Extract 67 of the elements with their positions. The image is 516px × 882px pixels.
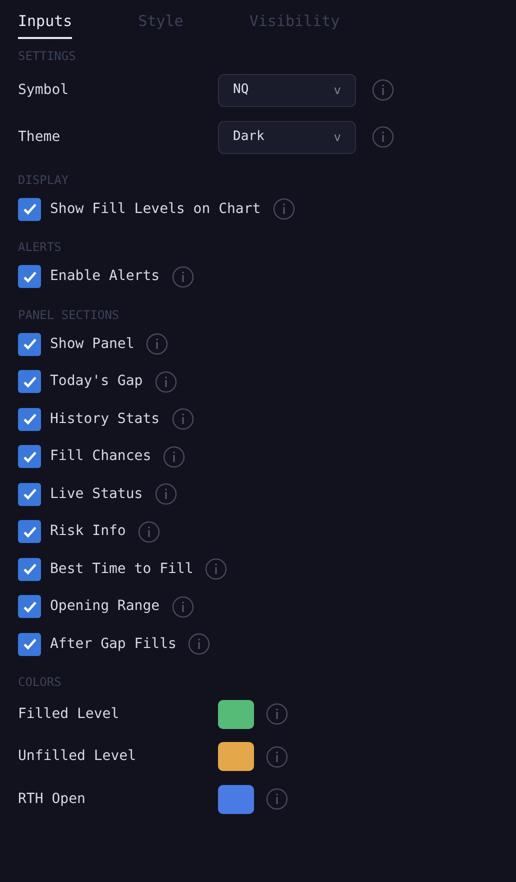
- color-swatch[interactable]: [218, 700, 254, 729]
- field-label: Filled Level: [18, 704, 120, 724]
- info-icon[interactable]: [172, 266, 194, 288]
- field-label: Symbol: [18, 80, 70, 100]
- info-icon[interactable]: [266, 703, 288, 726]
- checkbox-label: Live Status: [50, 484, 143, 504]
- section-heading: PANEL SECTIONS: [18, 306, 120, 324]
- checkbox[interactable]: [18, 445, 41, 468]
- checkbox[interactable]: [18, 558, 41, 581]
- caret-icon: v: [334, 128, 341, 146]
- section-heading: DISPLAY: [18, 172, 70, 188]
- checkbox-label: Risk Info: [50, 522, 126, 542]
- section-heading: COLORS: [18, 674, 62, 691]
- checkmark-icon: [22, 338, 36, 350]
- info-icon[interactable]: [172, 596, 194, 618]
- info-icon[interactable]: [372, 126, 394, 148]
- info-icon[interactable]: [138, 520, 160, 543]
- field-label: RTH Open: [18, 790, 86, 809]
- checkmark-icon: [22, 270, 36, 283]
- checkmark-icon: [22, 203, 36, 216]
- field-label: Unfilled Level: [18, 747, 138, 766]
- checkmark-icon: [22, 376, 36, 388]
- info-icon[interactable]: [205, 558, 228, 580]
- dropdown[interactable]: NQ v: [218, 74, 356, 106]
- checkmark-icon: [22, 450, 36, 463]
- checkbox-label: Today's Gap: [50, 372, 143, 392]
- checkbox[interactable]: [18, 595, 41, 618]
- checkbox-label: History Stats: [50, 410, 160, 429]
- field-label: Theme: [18, 128, 62, 146]
- caret-icon: v: [334, 81, 341, 99]
- info-icon[interactable]: [272, 198, 295, 220]
- checkbox-label: Opening Range: [50, 597, 160, 616]
- checkbox-label: Show Fill Levels on Chart: [50, 200, 261, 219]
- color-swatch[interactable]: [218, 742, 254, 772]
- checkbox[interactable]: [18, 632, 41, 656]
- checkbox-label: Fill Chances: [50, 447, 152, 466]
- checkbox-label: Enable Alerts: [50, 267, 160, 286]
- tab[interactable]: Inputs: [18, 10, 72, 38]
- checkbox-label: Best Time to Fill: [50, 560, 194, 579]
- checkmark-icon: [22, 526, 36, 538]
- info-icon[interactable]: [146, 333, 168, 356]
- checkbox[interactable]: [18, 520, 41, 544]
- checkbox-label: Show Panel: [50, 334, 134, 354]
- checkmark-icon: [22, 638, 36, 650]
- checkmark-icon: [22, 600, 36, 613]
- checkbox[interactable]: [18, 198, 41, 221]
- info-icon[interactable]: [163, 446, 186, 468]
- section-heading: ALERTS: [18, 239, 62, 256]
- dropdown[interactable]: Dark v: [218, 120, 356, 154]
- color-swatch[interactable]: [218, 784, 254, 814]
- info-icon[interactable]: [154, 483, 177, 506]
- section-heading: SETTINGS: [18, 48, 77, 64]
- checkmark-icon: [22, 488, 36, 500]
- checkbox[interactable]: [18, 482, 41, 506]
- info-icon[interactable]: [172, 408, 194, 430]
- info-icon[interactable]: [188, 633, 210, 656]
- info-icon[interactable]: [372, 79, 394, 101]
- checkbox[interactable]: [18, 408, 41, 431]
- checkmark-icon: [22, 413, 36, 426]
- info-icon[interactable]: [266, 746, 288, 768]
- info-icon[interactable]: [266, 788, 288, 810]
- info-icon[interactable]: [154, 370, 177, 393]
- checkbox-label: After Gap Fills: [50, 634, 176, 654]
- checkmark-icon: [22, 563, 36, 576]
- checkbox[interactable]: [18, 370, 41, 394]
- checkbox[interactable]: [18, 332, 41, 356]
- checkbox[interactable]: [18, 265, 41, 288]
